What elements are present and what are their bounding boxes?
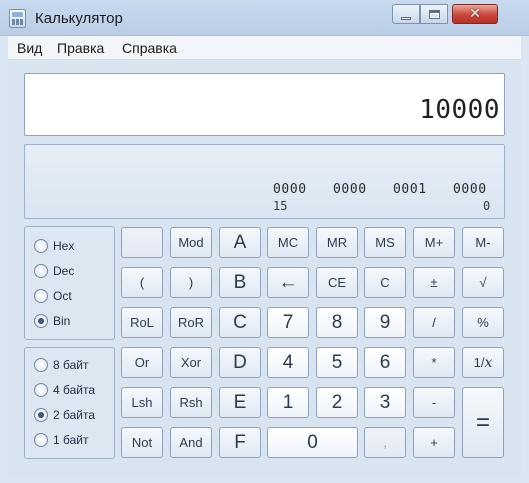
reciprocal-var: x — [484, 354, 493, 371]
calculator-body: 10000 0000 0000 0001 0000 15 0 Hex Dec O… — [8, 60, 521, 476]
result-display: 10000 — [24, 73, 505, 136]
maximize-button[interactable] — [420, 4, 448, 24]
hex-d-key[interactable]: D — [219, 347, 261, 378]
radio-label: Dec — [53, 264, 75, 278]
radio-button-icon — [34, 239, 48, 253]
menu-edit[interactable]: Правка — [57, 40, 104, 56]
not-key[interactable]: Not — [121, 427, 163, 458]
digit-4-key[interactable]: 4 — [267, 347, 309, 378]
radio-label: 4 байта — [53, 383, 96, 397]
radio-label: Hex — [53, 239, 75, 253]
number-base-group: Hex Dec Oct Bin — [24, 226, 115, 340]
menu-help[interactable]: Справка — [122, 40, 177, 56]
and-key[interactable]: And — [170, 427, 212, 458]
right-shift-key[interactable]: Rsh — [170, 387, 212, 418]
word-size-group: 8 байт 4 байта 2 байта 1 байт — [24, 347, 115, 459]
radio-button-icon — [34, 289, 48, 303]
close-button[interactable]: ✕ — [452, 4, 498, 24]
sqrt-key[interactable]: √ — [462, 267, 504, 298]
subtract-key[interactable]: - — [413, 387, 455, 418]
maximize-icon — [428, 9, 440, 19]
bit-position-high: 15 — [273, 199, 288, 213]
digit-6-key[interactable]: 6 — [364, 347, 406, 378]
bit-group: 0001 — [393, 182, 427, 197]
radio-button-icon — [34, 383, 48, 397]
bit-group: 0000 — [453, 182, 487, 197]
display-value: 10000 — [419, 95, 500, 125]
divide-key[interactable]: / — [413, 307, 455, 338]
clear-key[interactable]: C — [364, 267, 406, 298]
radio-button-checked-icon — [34, 314, 48, 328]
left-shift-key[interactable]: Lsh — [121, 387, 163, 418]
radio-label: 1 байт — [53, 433, 89, 447]
radio-byte[interactable]: 1 байт — [34, 431, 88, 449]
radio-button-icon — [34, 358, 48, 372]
right-paren-key[interactable]: ) — [170, 267, 212, 298]
radio-dword[interactable]: 4 байта — [34, 381, 95, 399]
digit-8-key[interactable]: 8 — [316, 307, 358, 338]
minimize-button[interactable] — [392, 4, 420, 24]
digit-5-key[interactable]: 5 — [316, 347, 358, 378]
digit-3-key[interactable]: 3 — [364, 387, 406, 418]
radio-bin[interactable]: Bin — [34, 312, 70, 330]
radio-label: 2 байта — [53, 408, 96, 422]
equals-key[interactable]: = — [462, 387, 504, 458]
reciprocal-label: 1/ — [473, 355, 485, 370]
digit-2-key[interactable]: 2 — [316, 387, 358, 418]
memory-subtract-key[interactable]: M- — [462, 227, 504, 258]
mod-key[interactable]: Mod — [170, 227, 212, 258]
radio-dec[interactable]: Dec — [34, 262, 74, 280]
left-paren-key[interactable]: ( — [121, 267, 163, 298]
xor-key[interactable]: Xor — [170, 347, 212, 378]
radio-oct[interactable]: Oct — [34, 287, 72, 305]
reciprocal-key[interactable]: 1/x — [462, 347, 504, 378]
memory-recall-key[interactable]: MR — [316, 227, 358, 258]
radio-button-checked-icon — [34, 408, 48, 422]
digit-7-key[interactable]: 7 — [267, 307, 309, 338]
digit-1-key[interactable]: 1 — [267, 387, 309, 418]
calculator-icon — [9, 9, 26, 28]
menu-bar: Вид Правка Справка — [8, 36, 521, 60]
radio-qword[interactable]: 8 байт — [34, 356, 88, 374]
multiply-key[interactable]: * — [413, 347, 455, 378]
add-key[interactable]: + — [413, 427, 455, 458]
radio-hex[interactable]: Hex — [34, 237, 74, 255]
radio-label: Oct — [53, 289, 72, 303]
memory-add-key[interactable]: M+ — [413, 227, 455, 258]
negate-key[interactable]: ± — [413, 267, 455, 298]
blank-key[interactable] — [121, 227, 163, 258]
or-key[interactable]: Or — [121, 347, 163, 378]
rotate-left-key[interactable]: RoL — [121, 307, 163, 338]
hex-e-key[interactable]: E — [219, 387, 261, 418]
window-title: Калькулятор — [35, 10, 123, 27]
radio-button-icon — [34, 433, 48, 447]
bit-group: 0000 — [333, 182, 367, 197]
close-icon: ✕ — [469, 6, 481, 22]
menu-view[interactable]: Вид — [17, 40, 42, 56]
percent-key[interactable]: % — [462, 307, 504, 338]
memory-store-key[interactable]: MS — [364, 227, 406, 258]
radio-label: 8 байт — [53, 358, 89, 372]
radio-label: Bin — [53, 314, 71, 328]
decimal-key[interactable]: , — [364, 427, 406, 458]
hex-a-key[interactable]: A — [219, 227, 261, 258]
digit-0-key[interactable]: 0 — [267, 427, 358, 458]
title-bar: Калькулятор ✕ — [0, 0, 529, 36]
bit-position-low: 0 — [483, 199, 491, 213]
radio-word[interactable]: 2 байта — [34, 406, 95, 424]
minimize-icon — [401, 16, 411, 20]
hex-f-key[interactable]: F — [219, 427, 261, 458]
digit-9-key[interactable]: 9 — [364, 307, 406, 338]
radio-button-icon — [34, 264, 48, 278]
hex-c-key[interactable]: C — [219, 307, 261, 338]
backspace-key[interactable]: ← — [267, 267, 309, 298]
bit-group: 0000 — [273, 182, 307, 197]
memory-clear-key[interactable]: MC — [267, 227, 309, 258]
rotate-right-key[interactable]: RoR — [170, 307, 212, 338]
bit-display: 0000 0000 0001 0000 15 0 — [24, 144, 505, 219]
clear-entry-key[interactable]: CE — [316, 267, 358, 298]
hex-b-key[interactable]: B — [219, 267, 261, 298]
